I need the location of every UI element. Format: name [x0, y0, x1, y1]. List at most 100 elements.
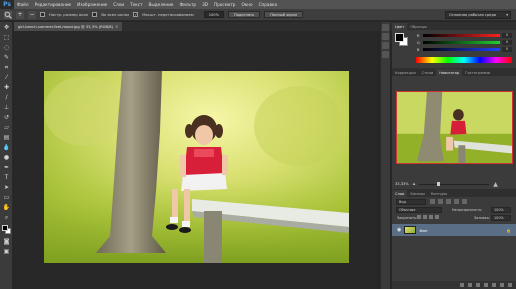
link-layers-icon[interactable] [460, 283, 464, 287]
eye-icon[interactable]: ◉ [397, 227, 401, 233]
color-swatches[interactable] [0, 224, 13, 236]
zoom-in-icon[interactable]: + [16, 10, 24, 19]
lock-all-icon[interactable] [435, 215, 439, 219]
zoom-tool-icon[interactable] [4, 10, 12, 19]
new-group-icon[interactable] [492, 283, 496, 287]
tab-swatches[interactable]: Образцы [407, 23, 430, 30]
fill-field[interactable]: 100% [491, 215, 511, 221]
lock-pixels-icon[interactable] [423, 215, 427, 219]
color-spectrum-ramp[interactable] [416, 57, 512, 63]
red-slider-bar[interactable] [423, 34, 500, 37]
foreground-color-swatch[interactable] [2, 225, 8, 231]
filter-smart-icon[interactable] [462, 199, 467, 204]
blur-tool-icon[interactable]: 💧 [2, 143, 11, 152]
green-slider-bar[interactable] [423, 41, 500, 44]
type-tool-icon[interactable]: T [2, 173, 11, 182]
fill-screen-button[interactable]: Полный экран [264, 11, 304, 18]
quick-select-tool-icon[interactable]: ✎ [2, 53, 11, 62]
filter-shape-icon[interactable] [454, 199, 459, 204]
lock-position-icon[interactable] [429, 215, 433, 219]
menu-image[interactable]: Изображение [74, 2, 110, 7]
properties-icon[interactable] [382, 42, 389, 49]
layer-filter-select[interactable]: Вид [396, 199, 426, 205]
layer-name[interactable]: Фон [419, 228, 427, 233]
history-icon[interactable] [382, 24, 389, 31]
filter-adjust-icon[interactable] [438, 199, 443, 204]
menu-file[interactable]: Файл [14, 2, 32, 7]
tab-channels[interactable]: Каналы [407, 190, 427, 197]
layer-mask-icon[interactable] [476, 283, 480, 287]
layer-style-icon[interactable] [468, 283, 472, 287]
brush-tool-icon[interactable]: ∕ [2, 93, 11, 102]
screen-mode-icon[interactable]: ▣ [2, 247, 11, 256]
zoom-tool-icon-left[interactable]: ⌕ [2, 213, 11, 222]
menu-edit[interactable]: Редактирование [32, 2, 75, 7]
tab-layers[interactable]: Слои [392, 190, 408, 197]
zoom-out-small-icon[interactable]: ▴ [413, 181, 416, 187]
crop-tool-icon[interactable]: ⌗ [2, 63, 11, 72]
menu-filter[interactable]: Фильтр [177, 2, 200, 7]
stamp-tool-icon[interactable]: ⊥ [2, 103, 11, 112]
navigator-thumbnail[interactable] [396, 91, 513, 164]
menu-select[interactable]: Выделение [146, 2, 177, 7]
healing-brush-tool-icon[interactable]: ✚ [2, 83, 11, 92]
fg-bg-color-preview[interactable] [395, 33, 409, 47]
dodge-tool-icon[interactable]: ● [2, 153, 11, 162]
pen-tool-icon[interactable]: ✒ [2, 163, 11, 172]
menu-type[interactable]: Текст [127, 2, 145, 7]
gradient-tool-icon[interactable]: ▤ [2, 133, 11, 142]
foreground-color-chip[interactable] [395, 33, 404, 42]
hand-tool-icon[interactable]: ✋ [2, 203, 11, 212]
menu-3d[interactable]: 3D [199, 2, 211, 7]
document-tab[interactable]: girl-bench-summer-feel-mood.jpg @ 33,3% … [14, 22, 122, 31]
menu-window[interactable]: Окно [238, 2, 255, 7]
menu-view[interactable]: Просмотр [211, 2, 239, 7]
eraser-tool-icon[interactable]: ▱ [2, 123, 11, 132]
all-windows-checkbox[interactable] [92, 12, 98, 17]
zoom-out-icon[interactable]: − [28, 10, 36, 19]
lock-transparent-icon[interactable] [417, 215, 421, 219]
marquee-tool-icon[interactable]: ⬚ [2, 33, 11, 42]
filter-pixel-icon[interactable] [430, 199, 435, 204]
red-slider-value[interactable]: 0 [502, 33, 512, 38]
blue-slider[interactable]: B 0 [417, 47, 512, 52]
shape-tool-icon[interactable]: ▭ [2, 193, 11, 202]
tab-paths[interactable]: Контуры [428, 190, 450, 197]
lasso-tool-icon[interactable]: ◌ [2, 43, 11, 52]
actions-icon[interactable] [382, 33, 389, 40]
menu-help[interactable]: Справка [256, 2, 280, 7]
quick-mask-icon[interactable]: ◙ [2, 237, 11, 246]
blend-mode-select[interactable]: Обычные [396, 207, 442, 213]
document-image[interactable] [44, 71, 349, 263]
navigator-zoom-slider[interactable] [419, 181, 490, 186]
path-select-tool-icon[interactable]: ➤ [2, 183, 11, 192]
scrubby-zoom-checkbox[interactable]: ✓ [133, 12, 139, 17]
close-icon[interactable]: × [115, 22, 121, 31]
delete-layer-icon[interactable] [508, 283, 512, 287]
new-layer-icon[interactable] [500, 283, 504, 287]
red-slider[interactable]: R 0 [417, 33, 512, 38]
tab-navigator[interactable]: Навигатор [436, 69, 463, 76]
navigator-zoom-value[interactable]: 33,33% [395, 182, 409, 186]
zoom-100-button[interactable]: 100% [203, 11, 224, 18]
menu-layers[interactable]: Слои [110, 2, 127, 7]
adjustment-layer-icon[interactable] [484, 283, 488, 287]
zoom-in-small-icon[interactable]: ▲ [493, 181, 498, 188]
blue-slider-value[interactable]: 0 [502, 47, 512, 52]
green-slider[interactable]: G 0 [417, 40, 512, 45]
blue-slider-bar[interactable] [423, 48, 500, 51]
resize-windows-checkbox[interactable] [40, 12, 45, 17]
tab-histogram[interactable]: Гистограмма [462, 69, 493, 76]
layer-thumbnail[interactable] [404, 226, 417, 234]
move-tool-icon[interactable]: ✥ [2, 23, 11, 32]
history-brush-tool-icon[interactable]: ↺ [2, 113, 11, 122]
eyedropper-tool-icon[interactable]: ⁄ [2, 73, 11, 82]
tab-adjustments[interactable]: Коррекция [392, 69, 419, 76]
layer-row-background[interactable]: ◉ Фон 🔒 [392, 224, 516, 236]
green-slider-value[interactable]: 0 [502, 40, 512, 45]
brush-presets-icon[interactable] [382, 51, 389, 58]
opacity-field[interactable]: 100% [491, 207, 511, 213]
filter-type-icon[interactable] [446, 199, 451, 204]
tab-color[interactable]: Цвет [392, 23, 408, 30]
workspace-select[interactable]: Основная рабочая среда ▾ [445, 11, 511, 19]
